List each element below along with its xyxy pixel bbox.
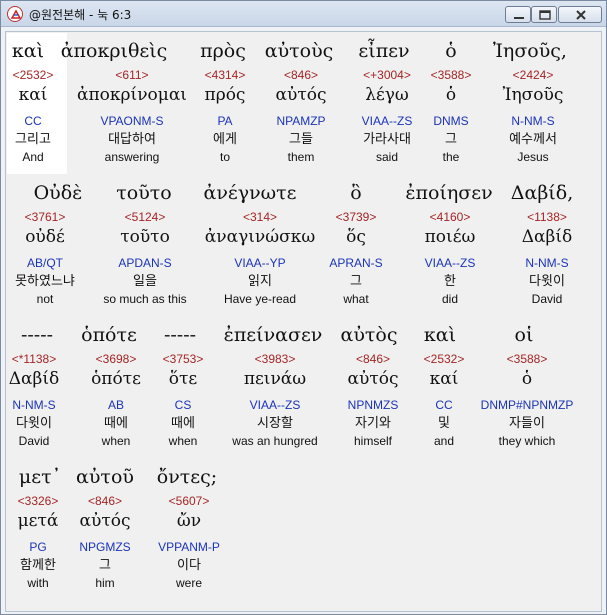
parsing-code: VPPANM-P	[158, 540, 220, 554]
parsing-code: APDAN-S	[118, 256, 172, 270]
english-gloss: David	[531, 292, 563, 306]
parsing-code: CC	[24, 114, 42, 128]
window-title: @원전본해 - 눅 6:3	[29, 8, 132, 22]
strong-number[interactable]: <2424>	[473, 68, 593, 82]
parsing-code: DNMP#NPNMZP	[480, 398, 574, 412]
strong-number[interactable]: <5607>	[129, 494, 249, 508]
greek-word[interactable]: τοῦτο	[84, 180, 204, 206]
strong-number[interactable]: <5124>	[85, 210, 205, 224]
strong-number[interactable]: <3588>	[467, 352, 587, 366]
korean-gloss: 다윗이	[16, 416, 52, 431]
english-gloss: David	[18, 434, 50, 448]
english-gloss: were	[175, 576, 202, 590]
greek-word[interactable]: ἀποκριθεὶς	[54, 38, 174, 64]
greek-word[interactable]: Δαβίδ,	[482, 180, 601, 206]
app-window: @원전본해 - 눅 6:3 καὶ ἀποκριθεὶς πρὸς αὐτοὺς εἶπ…	[0, 0, 607, 615]
parsing-code: N-NM-S	[511, 114, 555, 128]
korean-gloss: 예수께서	[509, 132, 557, 147]
interlinear-panel[interactable]: καὶ ἀποκριθεὶς πρὸς αὐτοὺς εἶπεν ὁ Ἰησοῦς, <253…	[5, 31, 602, 612]
lemma-word[interactable]: ὤν	[129, 510, 249, 532]
english-gloss: And	[22, 150, 44, 164]
lemma-word[interactable]: Ἰησοῦς	[473, 84, 593, 106]
korean-gloss: 못하였느냐	[15, 274, 75, 289]
korean-gloss: 이다	[177, 558, 201, 573]
parsing-code: AB/QT	[26, 256, 63, 270]
korean-gloss: 다윗이	[529, 274, 565, 289]
korean-gloss: 그리고	[15, 132, 51, 147]
title-bar[interactable]: @원전본해 - 눅 6:3	[1, 1, 606, 27]
greek-word[interactable]: Ἰησοῦς,	[470, 38, 590, 64]
lemma-word[interactable]: Δαβίδ	[487, 226, 601, 248]
lemma-word[interactable]: οὐδέ	[7, 226, 83, 248]
korean-gloss: 일을	[133, 274, 157, 289]
strong-number[interactable]: <3761>	[7, 210, 83, 224]
maximize-button[interactable]	[531, 6, 557, 23]
english-gloss: not	[36, 292, 54, 306]
english-gloss: they which	[498, 434, 556, 448]
close-button[interactable]	[558, 6, 602, 23]
strong-number[interactable]: <*1138>	[7, 352, 61, 366]
greek-word[interactable]: καὶ	[8, 38, 48, 64]
lemma-word[interactable]: Δαβίδ	[7, 368, 61, 390]
parsing-code: N-NM-S	[525, 256, 569, 270]
english-gloss: so much as this	[103, 292, 187, 306]
minimize-button[interactable]	[505, 6, 531, 23]
strong-number[interactable]: <2532>	[7, 68, 59, 82]
strong-number[interactable]: <1138>	[487, 210, 601, 224]
greek-word[interactable]: οἱ	[464, 322, 584, 348]
lemma-word[interactable]: τοῦτο	[85, 226, 205, 248]
parsing-code: N-NM-S	[12, 398, 56, 412]
greek-word[interactable]: ὄντες;	[127, 464, 247, 490]
korean-gloss: 자들이	[509, 416, 545, 431]
english-gloss: Jesus	[517, 150, 549, 164]
greek-word[interactable]: ἀνέγνωτε	[190, 180, 310, 206]
app-logo-icon	[7, 6, 23, 22]
lemma-word[interactable]: καί	[7, 84, 59, 106]
lemma-word[interactable]: ὁ	[467, 368, 587, 390]
